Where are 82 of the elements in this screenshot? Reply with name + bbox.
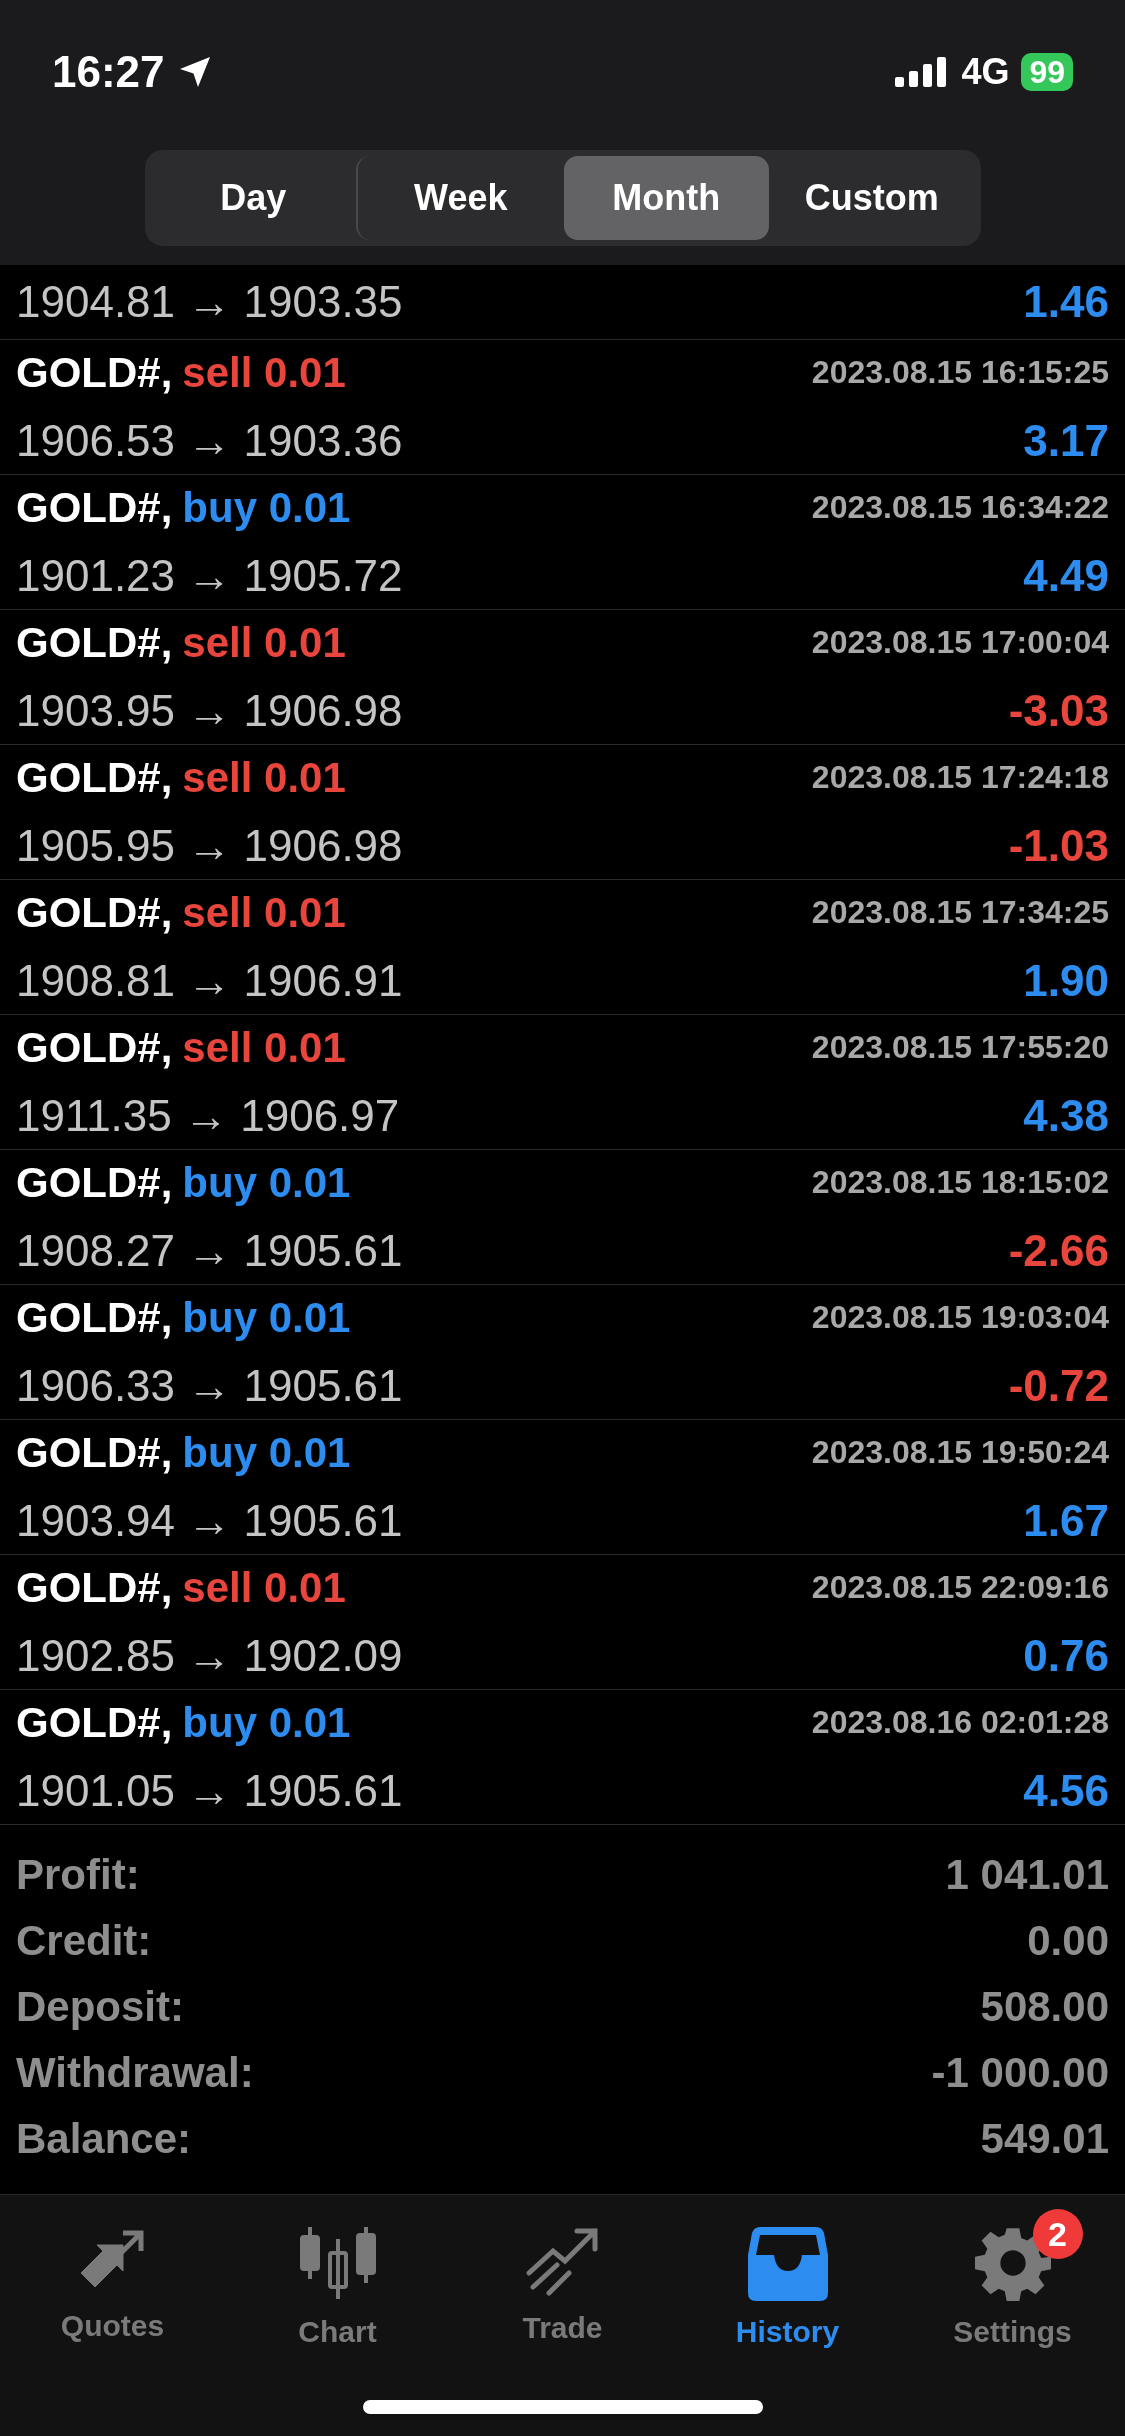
price-range: 1901.05 → 1905.61 bbox=[16, 1764, 403, 1817]
trade-time: 2023.08.15 17:34:25 bbox=[811, 893, 1109, 932]
summary-value: 549.01 bbox=[980, 2113, 1109, 2164]
trade-symbol: GOLD#, bbox=[16, 1022, 173, 1073]
price-range: 1903.94 → 1905.61 bbox=[16, 1494, 403, 1547]
summary-label: Credit: bbox=[16, 1915, 152, 1966]
trade-time: 2023.08.15 17:55:20 bbox=[811, 1028, 1109, 1067]
settings-icon bbox=[974, 2225, 1051, 2301]
trade-order: buy 0.01 bbox=[182, 1292, 351, 1343]
summary-value: 508.00 bbox=[980, 1981, 1109, 2032]
trade-symbol: GOLD#, bbox=[16, 347, 173, 398]
trade-order: buy 0.01 bbox=[182, 482, 351, 533]
trade-symbol: GOLD#, bbox=[16, 887, 173, 938]
battery-indicator: 99 bbox=[1021, 53, 1073, 91]
trade-profit: -0.72 bbox=[1008, 1359, 1109, 1412]
network-type: 4G bbox=[961, 50, 1010, 94]
trade-symbol: GOLD#, bbox=[16, 1427, 173, 1478]
price-range: 1902.85 → 1902.09 bbox=[16, 1629, 403, 1682]
trade-time: 2023.08.15 19:03:04 bbox=[811, 1298, 1109, 1337]
trade-order: buy 0.01 bbox=[182, 1157, 351, 1208]
summary-label: Profit: bbox=[16, 1849, 140, 1900]
trade-order: sell 0.01 bbox=[182, 1562, 346, 1613]
price-range: 1903.95 → 1906.98 bbox=[16, 684, 403, 737]
trade-profit: 0.76 bbox=[1023, 1629, 1109, 1682]
trade-profit: 4.38 bbox=[1023, 1089, 1109, 1142]
period-tab[interactable]: Day bbox=[150, 156, 356, 240]
trade-profit: 4.56 bbox=[1023, 1764, 1109, 1817]
trade-order: sell 0.01 bbox=[182, 617, 346, 668]
trade-profit: -1.03 bbox=[1008, 819, 1109, 872]
period-tab[interactable]: Custom bbox=[769, 156, 975, 240]
trade-profit: 1.67 bbox=[1023, 1494, 1109, 1547]
trade-profit: -2.66 bbox=[1008, 1224, 1109, 1277]
trade-symbol: GOLD#, bbox=[16, 1157, 173, 1208]
trade-profit: 3.17 bbox=[1023, 414, 1109, 467]
tab-bar-item[interactable]: Settings 2 bbox=[912, 2207, 1113, 2367]
price-range: 1901.23 → 1905.72 bbox=[16, 549, 403, 602]
summary-value: 1 041.01 bbox=[945, 1849, 1109, 1900]
summary-label: Balance: bbox=[16, 2113, 192, 2164]
price-range: 1908.81 → 1906.91 bbox=[16, 954, 403, 1007]
trade-time: 2023.08.15 18:15:02 bbox=[811, 1163, 1109, 1202]
trade-time: 2023.08.15 17:00:04 bbox=[811, 623, 1109, 662]
trade-order: sell 0.01 bbox=[182, 752, 346, 803]
trade-order: sell 0.01 bbox=[182, 1022, 346, 1073]
trade-order: buy 0.01 bbox=[182, 1697, 351, 1748]
trade-symbol: GOLD#, bbox=[16, 1697, 173, 1748]
trade-symbol: GOLD#, bbox=[16, 1292, 173, 1343]
tab-bar-item[interactable]: Quotes bbox=[12, 2207, 213, 2367]
trade-order: sell 0.01 bbox=[182, 887, 346, 938]
price-range: 1906.33 → 1905.61 bbox=[16, 1359, 403, 1412]
trade-time: 2023.08.15 16:15:25 bbox=[811, 353, 1109, 392]
summary-label: Withdrawal: bbox=[16, 2047, 254, 2098]
price-range: 1904.81 → 1903.35 bbox=[16, 276, 403, 328]
price-range: 1905.95 → 1906.98 bbox=[16, 819, 403, 872]
trade-symbol: GOLD#, bbox=[16, 752, 173, 803]
trade-symbol: GOLD#, bbox=[16, 1562, 173, 1613]
trade-order: buy 0.01 bbox=[182, 1427, 351, 1478]
clock-time: 16:27 bbox=[52, 46, 165, 98]
price-range: 1906.53 → 1903.36 bbox=[16, 414, 403, 467]
trade-profit: 4.49 bbox=[1023, 549, 1109, 602]
trade-profit: 1.46 bbox=[1023, 276, 1109, 328]
tab-bar-item[interactable]: Chart bbox=[237, 2207, 438, 2367]
trade-time: 2023.08.15 22:09:16 bbox=[811, 1568, 1109, 1607]
inbox-icon bbox=[747, 2225, 828, 2301]
price-range: 1908.27 → 1905.61 bbox=[16, 1224, 403, 1277]
trade-profit: -3.03 bbox=[1008, 684, 1109, 737]
notification-badge: 2 bbox=[1032, 2209, 1083, 2259]
trade-time: 2023.08.15 19:50:24 bbox=[811, 1433, 1109, 1472]
summary-label: Deposit: bbox=[16, 1981, 184, 2032]
tab-bar-item[interactable]: History bbox=[687, 2207, 888, 2367]
trade-time: 2023.08.15 16:34:22 bbox=[811, 488, 1109, 527]
trade-symbol: GOLD#, bbox=[16, 617, 173, 668]
trade-time: 2023.08.15 17:24:18 bbox=[811, 758, 1109, 797]
summary-value: 0.00 bbox=[1027, 1915, 1109, 1966]
price-range: 1911.35 → 1906.97 bbox=[16, 1089, 400, 1142]
trade-order: sell 0.01 bbox=[182, 347, 346, 398]
candlestick-icon bbox=[297, 2225, 378, 2301]
trade-time: 2023.08.16 02:01:28 bbox=[811, 1703, 1109, 1742]
trade-profit: 1.90 bbox=[1023, 954, 1109, 1007]
tab-bar-item[interactable]: Trade bbox=[462, 2207, 663, 2367]
summary-value: -1 000.00 bbox=[931, 2047, 1109, 2098]
period-tab[interactable]: Month bbox=[563, 156, 769, 240]
trade-symbol: GOLD#, bbox=[16, 482, 173, 533]
